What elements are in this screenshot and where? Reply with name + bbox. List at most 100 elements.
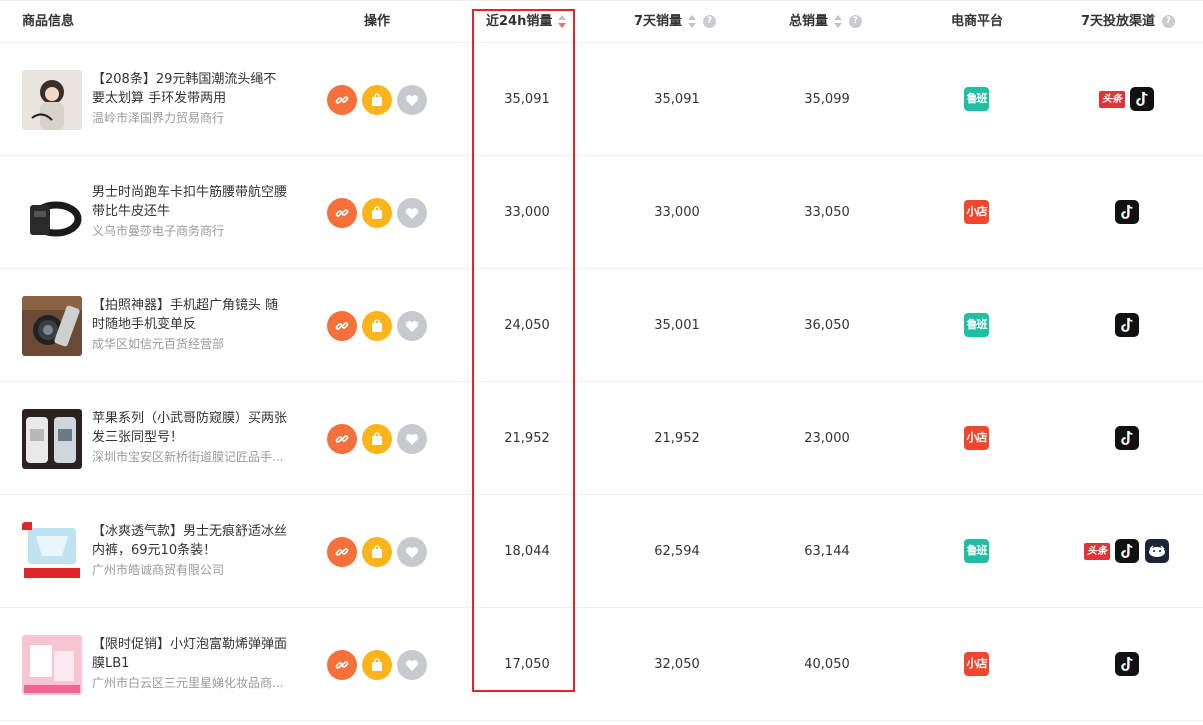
shop-bag-button[interactable] (362, 424, 392, 454)
product-title[interactable]: 苹果系列（小武哥防窥膜）买两张发三张同型号！ (92, 409, 288, 447)
shop-name: 广州市皓诚商贸有限公司 (92, 563, 225, 577)
shop-name: 义乌市曼莎电子商务商行 (92, 224, 225, 238)
favorite-button[interactable] (397, 650, 427, 680)
heart-icon (405, 434, 419, 445)
shop-name: 成华区如信元百货经营部 (92, 337, 225, 351)
link-button[interactable] (327, 85, 357, 115)
platform-badge: 小店 (964, 426, 989, 450)
col-sales-total-label: 总销量 (789, 14, 829, 29)
product-thumbnail[interactable] (22, 522, 82, 582)
favorite-button[interactable] (397, 424, 427, 454)
product-title[interactable]: 【冰爽透气款】男士无痕舒适冰丝内裤，69元10条装！ (92, 522, 288, 560)
platform-badge: 鲁班 (964, 87, 989, 111)
col-sales-24h[interactable]: 近24h销量 (486, 1, 567, 44)
col-action: 操作 (364, 14, 391, 29)
table-row[interactable]: 【冰爽透气款】男士无痕舒适冰丝内裤，69元10条装！ 广州市皓诚商贸有限公司 1… (0, 495, 1203, 608)
product-thumbnail[interactable] (22, 183, 82, 243)
sales-total-value: 36,050 (804, 318, 850, 333)
link-icon (335, 661, 349, 669)
sales-24h-value: 17,050 (504, 657, 550, 672)
col-sales-24h-label: 近24h销量 (486, 14, 553, 29)
link-icon (335, 435, 349, 443)
table-row[interactable]: 【208条】29元韩国潮流头绳不要太划算 手环发带两用 温岭市泽国界力贸易商行 … (0, 43, 1203, 156)
favorite-button[interactable] (397, 85, 427, 115)
help-icon[interactable]: ? (849, 15, 863, 28)
link-icon (335, 209, 349, 217)
col-channels-7d-label: 7天投放渠道 (1081, 14, 1156, 29)
sales-24h-value: 35,091 (504, 92, 550, 107)
help-icon[interactable]: ? (703, 15, 717, 28)
product-thumbnail[interactable] (22, 635, 82, 695)
sales-total-value: 33,050 (804, 205, 850, 220)
sort-icon[interactable] (558, 14, 567, 29)
link-icon (335, 322, 349, 330)
shopping-bag-icon (372, 658, 382, 671)
heart-icon (405, 547, 419, 558)
link-button[interactable] (327, 424, 357, 454)
toutiao-icon: 头条 (1084, 543, 1110, 560)
sales-24h-value: 24,050 (504, 318, 550, 333)
sales-24h-value: 33,000 (504, 205, 550, 220)
toutiao-icon: 头条 (1099, 91, 1125, 108)
platform-badge: 小店 (964, 652, 989, 676)
heart-icon (405, 208, 419, 219)
shopping-bag-icon (372, 206, 382, 219)
table-header: 商品信息 操作 近24h销量 7天销量? 总销量? 电商平台 7天投放渠道? (0, 0, 1203, 43)
shop-bag-button[interactable] (362, 650, 392, 680)
shopping-bag-icon (372, 432, 382, 445)
table-row[interactable]: 【限时促销】小灯泡富勒烯弹弹面膜LB1 广州市白云区三元里星娣化妆品商... 1… (0, 608, 1203, 721)
product-title[interactable]: 【拍照神器】手机超广角镜头 随时随地手机变单反 (92, 296, 288, 334)
sales-total-value: 63,144 (804, 544, 850, 559)
link-button[interactable] (327, 537, 357, 567)
shop-bag-button[interactable] (362, 311, 392, 341)
shopping-bag-icon (372, 319, 382, 332)
douyin-icon (1115, 539, 1139, 563)
link-button[interactable] (327, 650, 357, 680)
heart-icon (405, 95, 419, 106)
product-title[interactable]: 【208条】29元韩国潮流头绳不要太划算 手环发带两用 (92, 70, 288, 108)
shop-name: 深圳市宝安区新桥街道膜记匠品手... (92, 450, 284, 464)
shop-name: 广州市白云区三元里星娣化妆品商... (92, 676, 284, 690)
sales-7d-value: 21,952 (654, 431, 700, 446)
link-button[interactable] (327, 198, 357, 228)
product-thumbnail[interactable] (22, 296, 82, 356)
shopping-bag-icon (372, 545, 382, 558)
col-sales-7d-label: 7天销量 (634, 14, 683, 29)
douyin-icon (1115, 652, 1139, 676)
product-thumbnail[interactable] (22, 70, 82, 130)
favorite-button[interactable] (397, 198, 427, 228)
table-row[interactable]: 苹果系列（小武哥防窥膜）买两张发三张同型号！ 深圳市宝安区新桥街道膜记匠品手..… (0, 382, 1203, 495)
col-sales-total[interactable]: 总销量? (789, 1, 863, 44)
favorite-button[interactable] (397, 311, 427, 341)
sales-7d-value: 62,594 (654, 544, 700, 559)
sales-24h-value: 18,044 (504, 544, 550, 559)
sort-icon[interactable] (688, 14, 697, 29)
sales-7d-value: 33,000 (654, 205, 700, 220)
heart-icon (405, 321, 419, 332)
link-icon (335, 96, 349, 104)
shop-bag-button[interactable] (362, 198, 392, 228)
table-row[interactable]: 男士时尚跑车卡扣牛筋腰带航空腰带比牛皮还牛 义乌市曼莎电子商务商行 33,000… (0, 156, 1203, 269)
sort-icon[interactable] (834, 14, 843, 29)
table-row[interactable]: 【拍照神器】手机超广角镜头 随时随地手机变单反 成华区如信元百货经营部 24,0… (0, 269, 1203, 382)
platform-badge: 鲁班 (964, 539, 989, 563)
sales-7d-value: 32,050 (654, 657, 700, 672)
col-sales-7d[interactable]: 7天销量? (634, 1, 717, 44)
sales-total-value: 35,099 (804, 92, 850, 107)
shop-bag-button[interactable] (362, 85, 392, 115)
col-channels-7d: 7天投放渠道? (1081, 1, 1176, 44)
douyin-icon (1130, 87, 1154, 111)
shop-bag-button[interactable] (362, 537, 392, 567)
product-title[interactable]: 男士时尚跑车卡扣牛筋腰带航空腰带比牛皮还牛 (92, 183, 288, 221)
platform-badge: 小店 (964, 200, 989, 224)
product-thumbnail[interactable] (22, 409, 82, 469)
link-button[interactable] (327, 311, 357, 341)
favorite-button[interactable] (397, 537, 427, 567)
sales-7d-value: 35,001 (654, 318, 700, 333)
product-title[interactable]: 【限时促销】小灯泡富勒烯弹弹面膜LB1 (92, 635, 288, 673)
help-icon[interactable]: ? (1162, 15, 1176, 28)
sales-total-value: 23,000 (804, 431, 850, 446)
shopping-bag-icon (372, 93, 382, 106)
heart-icon (405, 660, 419, 671)
platform-badge: 鲁班 (964, 313, 989, 337)
